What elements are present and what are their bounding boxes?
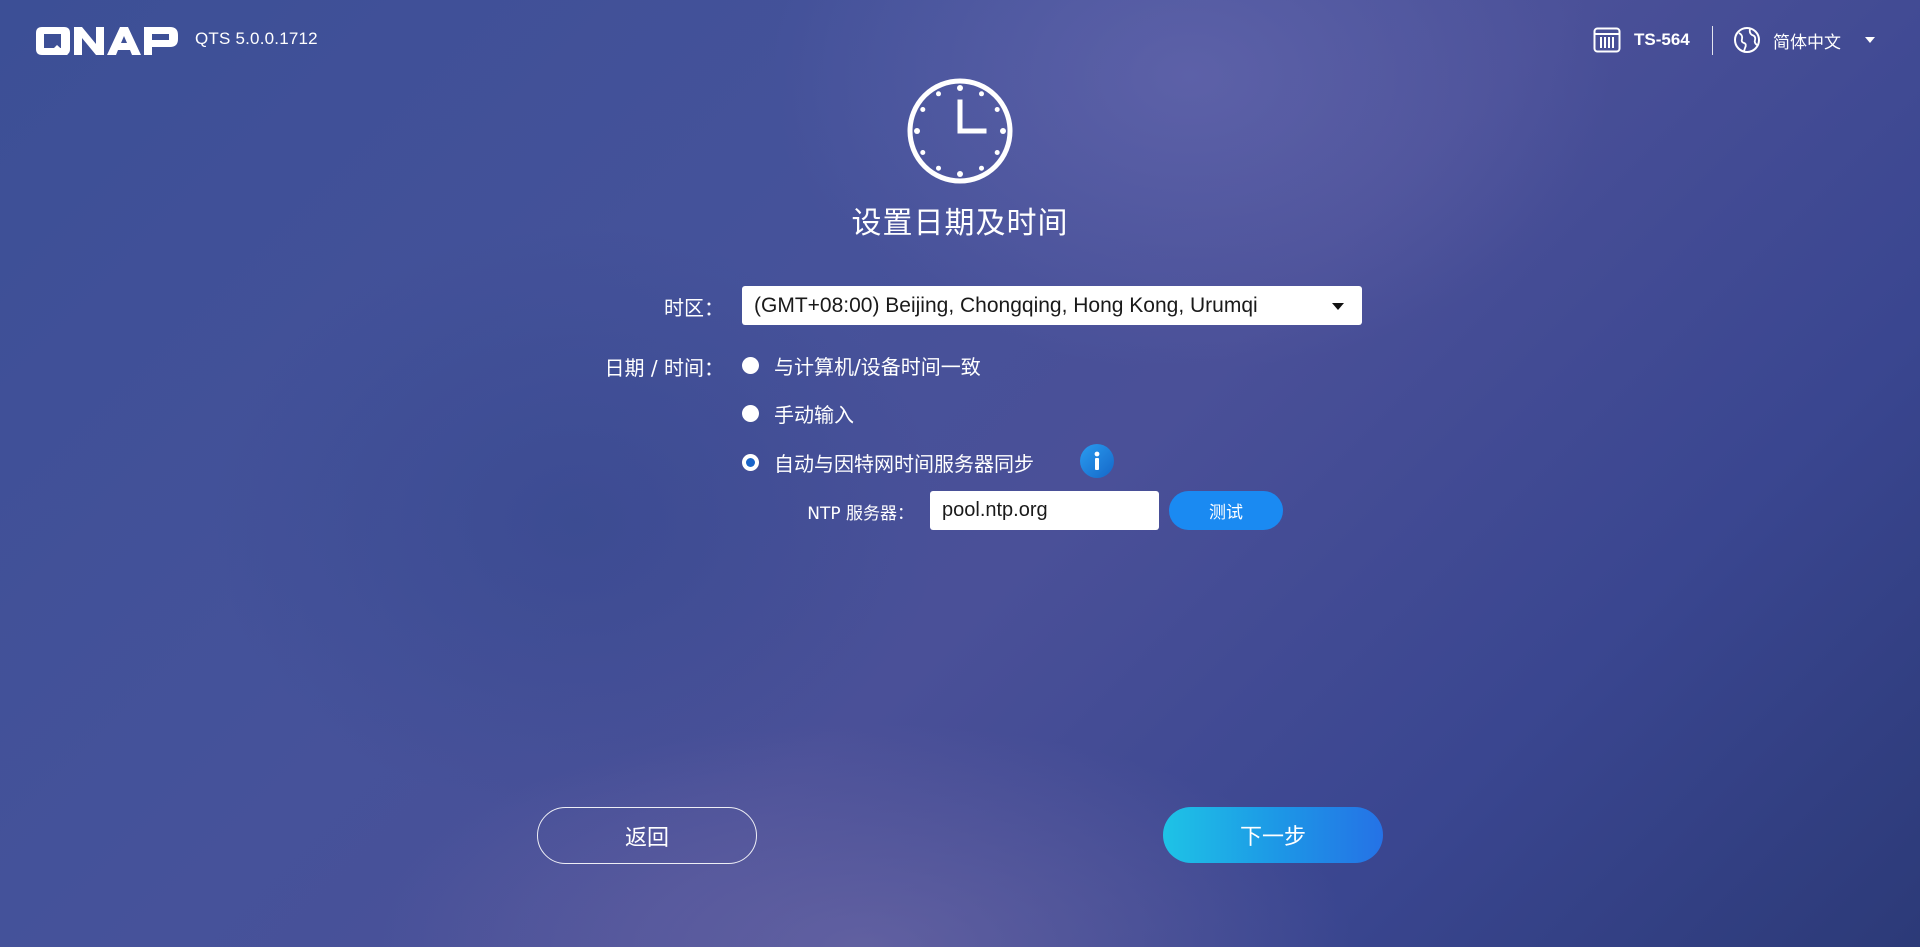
option-label: 与计算机/设备时间一致 — [774, 355, 981, 379]
device-info: TS-564 — [1593, 26, 1690, 54]
radio-sync-with-computer[interactable] — [742, 357, 759, 374]
ntp-server-label: NTP 服务器： — [807, 504, 914, 524]
next-button[interactable]: 下一步 — [1163, 807, 1383, 863]
datetime-label: 日期 / 时间： — [604, 356, 724, 380]
clock-icon — [907, 78, 1013, 184]
timezone-label: 时区： — [664, 296, 724, 320]
option-ntp-sync[interactable]: 自动与因特网时间服务器同步 — [742, 448, 1034, 477]
globe-icon — [1734, 27, 1760, 53]
radio-manual-input[interactable] — [742, 405, 759, 422]
nas-device-icon — [1593, 27, 1621, 53]
info-icon[interactable] — [1079, 443, 1115, 479]
ntp-server-input[interactable] — [930, 491, 1159, 530]
chevron-down-icon — [1332, 303, 1344, 310]
qts-version: QTS 5.0.0.1712 — [195, 29, 318, 48]
option-manual-input[interactable]: 手动输入 — [742, 399, 854, 428]
option-label: 自动与因特网时间服务器同步 — [774, 452, 1034, 476]
option-sync-with-computer[interactable]: 与计算机/设备时间一致 — [742, 351, 981, 380]
option-label: 手动输入 — [774, 403, 854, 427]
back-button[interactable]: 返回 — [537, 807, 757, 864]
chevron-down-icon[interactable] — [1865, 37, 1875, 43]
device-name: TS-564 — [1634, 30, 1690, 49]
header-divider — [1712, 26, 1713, 55]
language-label: 简体中文 — [1773, 32, 1841, 53]
page-title: 设置日期及时间 — [851, 206, 1069, 241]
language-selector[interactable]: 简体中文 — [1733, 26, 1841, 54]
timezone-value: (GMT+08:00) Beijing, Chongqing, Hong Kon… — [754, 293, 1258, 317]
test-button[interactable]: 测试 — [1169, 491, 1283, 530]
timezone-select[interactable]: (GMT+08:00) Beijing, Chongqing, Hong Kon… — [742, 286, 1362, 325]
radio-ntp-sync[interactable] — [742, 454, 759, 471]
qnap-logo — [36, 27, 178, 55]
